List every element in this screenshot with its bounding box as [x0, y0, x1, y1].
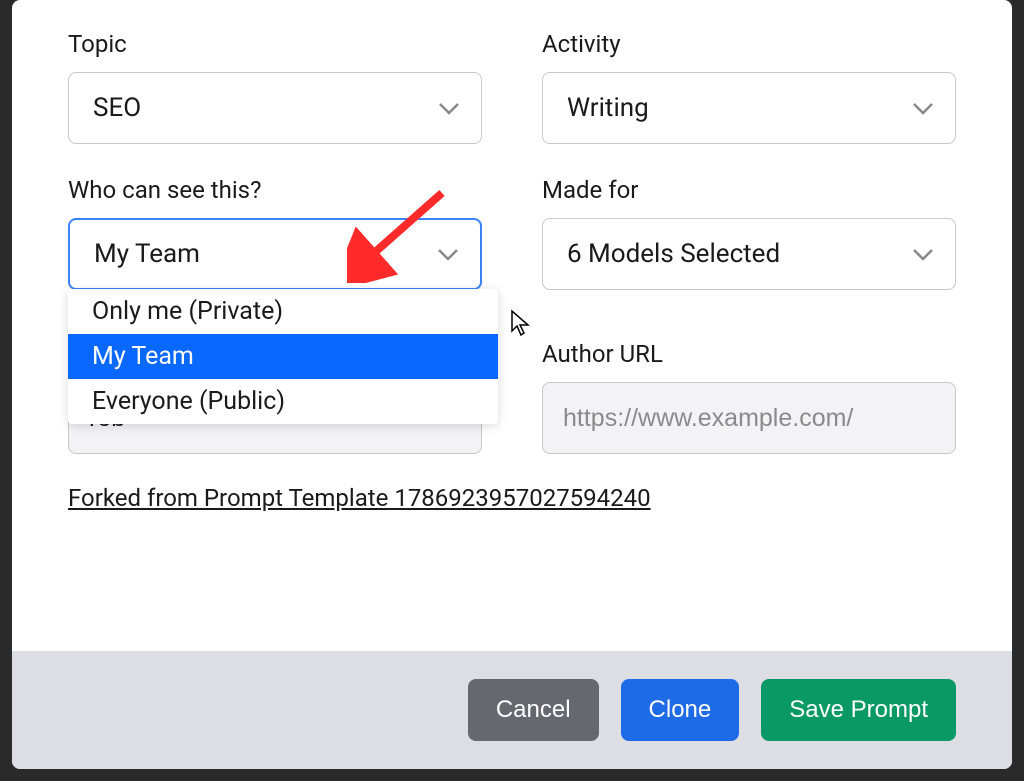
- save-prompt-button[interactable]: Save Prompt: [761, 679, 956, 741]
- cancel-button[interactable]: Cancel: [468, 679, 599, 741]
- visibility-option-private[interactable]: Only me (Private): [68, 289, 498, 334]
- form-row-1: Topic SEO Activity Writing: [68, 30, 956, 144]
- topic-label: Topic: [68, 30, 482, 58]
- authorurl-label: Author URL: [542, 340, 956, 368]
- visibility-value: My Team: [94, 239, 200, 269]
- cursor-icon: [510, 309, 532, 341]
- activity-label: Activity: [542, 30, 956, 58]
- chevron-down-icon: [437, 93, 461, 123]
- modal-footer: Cancel Clone Save Prompt: [12, 651, 1012, 769]
- chevron-down-icon: [911, 239, 935, 269]
- topic-value: SEO: [93, 93, 141, 123]
- madefor-column: Made for 6 Models Selected: [542, 176, 956, 290]
- forked-from-link[interactable]: Forked from Prompt Template 178692395702…: [68, 484, 956, 512]
- madefor-value: 6 Models Selected: [567, 239, 780, 269]
- madefor-select[interactable]: 6 Models Selected: [542, 218, 956, 290]
- visibility-dropdown: Only me (Private) My Team Everyone (Publ…: [68, 289, 498, 424]
- topic-column: Topic SEO: [68, 30, 482, 144]
- authorurl-column: Author URL: [542, 340, 956, 454]
- chevron-down-icon: [911, 93, 935, 123]
- activity-value: Writing: [567, 93, 649, 123]
- visibility-select[interactable]: My Team: [68, 218, 482, 290]
- activity-column: Activity Writing: [542, 30, 956, 144]
- activity-select[interactable]: Writing: [542, 72, 956, 144]
- topic-select[interactable]: SEO: [68, 72, 482, 144]
- visibility-column: Who can see this? My Team Only me (Priva…: [68, 176, 482, 290]
- visibility-label: Who can see this?: [68, 176, 482, 204]
- visibility-option-public[interactable]: Everyone (Public): [68, 379, 498, 424]
- authorurl-input[interactable]: [542, 382, 956, 454]
- form-row-2: Who can see this? My Team Only me (Priva…: [68, 176, 956, 290]
- modal-body: Topic SEO Activity Writing: [12, 0, 1012, 651]
- prompt-settings-modal: Topic SEO Activity Writing: [12, 0, 1012, 769]
- visibility-option-team[interactable]: My Team: [68, 334, 498, 379]
- chevron-down-icon: [436, 239, 460, 269]
- madefor-label: Made for: [542, 176, 956, 204]
- clone-button[interactable]: Clone: [621, 679, 740, 741]
